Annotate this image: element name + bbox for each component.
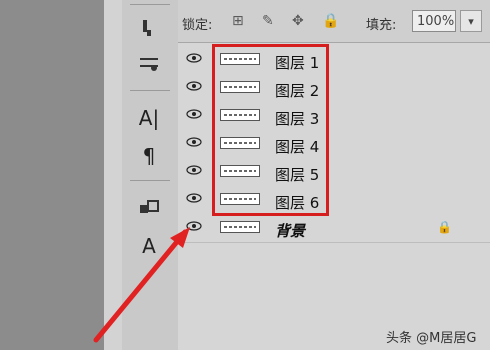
paint-bucket-icon[interactable] <box>134 14 164 42</box>
fill-label: 填充: <box>366 18 397 33</box>
fill-input[interactable]: 100% <box>412 10 456 32</box>
type-tool-icon[interactable]: A| <box>134 104 164 132</box>
lock-icon: 🔒 <box>437 220 452 234</box>
background-layer-row[interactable]: 背景 🔒 <box>178 214 490 243</box>
character-icon[interactable]: A <box>134 232 164 260</box>
transparency-lock-icon[interactable]: ⊞ <box>232 13 244 29</box>
eye-icon[interactable] <box>186 81 202 91</box>
eye-icon[interactable] <box>186 165 202 175</box>
eye-icon[interactable] <box>186 221 202 231</box>
layer-mask-icon[interactable] <box>134 194 164 222</box>
layer-name: 背景 <box>275 222 306 240</box>
side-toolbar: A| ¶ A <box>122 0 179 350</box>
brush-lock-icon[interactable]: ✎ <box>262 13 274 29</box>
lock-label: 锁定: <box>182 18 213 33</box>
toolbar-divider <box>130 180 170 181</box>
full-lock-icon[interactable]: 🔒 <box>322 13 339 29</box>
brush-icon[interactable] <box>134 50 164 78</box>
panel-controls: 锁定: ⊞ ✎ ✥ 🔒 填充: 100% ▾ <box>178 0 490 43</box>
highlight-box <box>212 44 329 216</box>
eye-icon[interactable] <box>186 193 202 203</box>
layer-thumbnail <box>220 221 260 233</box>
toolbar-divider <box>130 4 170 5</box>
move-lock-icon[interactable]: ✥ <box>292 13 304 29</box>
fill-dropdown-button[interactable]: ▾ <box>460 10 482 32</box>
photoshop-layer-panel-screenshot: A| ¶ A 锁定: ⊞ ✎ ✥ 🔒 填充: 100% ▾ 图层 1 图层 2 … <box>0 0 490 350</box>
panel-gutter <box>104 0 123 350</box>
watermark-text: 头条 @M居居G <box>386 331 477 346</box>
paragraph-icon[interactable]: ¶ <box>134 142 164 170</box>
toolbar-divider <box>130 90 170 91</box>
eye-icon[interactable] <box>186 137 202 147</box>
eye-icon[interactable] <box>186 53 202 63</box>
workspace-gray-area <box>0 0 104 350</box>
eye-icon[interactable] <box>186 109 202 119</box>
